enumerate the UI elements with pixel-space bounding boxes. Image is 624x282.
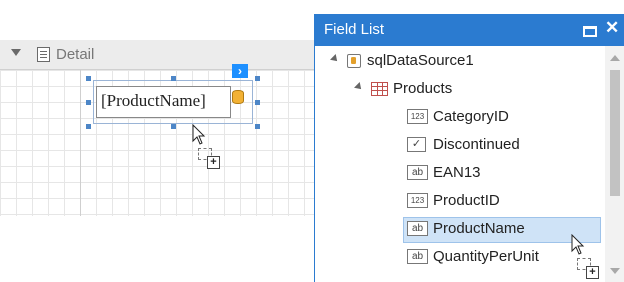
panel-title: Field List — [324, 21, 385, 38]
vertical-scrollbar[interactable] — [605, 46, 624, 282]
number-field-icon: 123 — [407, 109, 428, 124]
scroll-thumb[interactable] — [610, 70, 620, 196]
drop-plus-icon-3: + — [586, 266, 599, 279]
table-label: Products — [393, 80, 453, 97]
string-field-icon: ab — [407, 249, 428, 264]
scroll-up-arrow-icon[interactable] — [610, 55, 620, 61]
field-item-categoryid[interactable]: 123 CategoryID — [315, 104, 605, 130]
resize-handle-middle-left[interactable] — [86, 100, 91, 105]
drag-pointer-icon — [192, 124, 206, 145]
field-label: CategoryID — [433, 108, 509, 125]
table-icon — [371, 82, 388, 96]
expander-icon[interactable] — [354, 82, 364, 92]
label-expression-text: [ProductName] — [101, 91, 206, 110]
string-field-icon: ab — [407, 165, 428, 180]
expander-icon[interactable] — [330, 54, 340, 64]
maximize-icon[interactable] — [583, 26, 597, 37]
resize-handle-middle-right[interactable] — [255, 100, 260, 105]
bound-field-db-icon — [232, 90, 244, 104]
close-icon[interactable]: ✕ — [605, 18, 619, 38]
number-field-icon: 123 — [407, 193, 428, 208]
report-designer-surface[interactable]: Detail [ProductName] › + — [0, 0, 316, 282]
field-label: QuantityPerUnit — [433, 248, 539, 265]
field-item-productname[interactable]: ab ProductName — [315, 216, 605, 243]
drag-pointer-icon-3 — [571, 234, 585, 255]
field-tree[interactable]: sqlDataSource1 Products 123 CategoryID ✓… — [315, 46, 605, 282]
datasource-label: sqlDataSource1 — [367, 52, 474, 69]
field-label: EAN13 — [433, 164, 481, 181]
band-icon — [37, 47, 50, 62]
boolean-field-icon: ✓ — [407, 137, 426, 152]
field-label: Discontinued — [433, 136, 520, 153]
left-margin-line — [80, 70, 81, 216]
drop-plus-icon: + — [207, 156, 220, 169]
field-item-ean13[interactable]: ab EAN13 — [315, 160, 605, 186]
smart-tag-button[interactable]: › — [232, 64, 248, 78]
resize-handle-bottom-left[interactable] — [86, 124, 91, 129]
datasource-icon — [347, 54, 361, 68]
field-item-productid[interactable]: 123 ProductID — [315, 188, 605, 214]
resize-handle-top-right[interactable] — [255, 76, 260, 81]
string-field-icon: ab — [407, 221, 428, 236]
resize-handle-top-middle[interactable] — [171, 76, 176, 81]
resize-handle-top-left[interactable] — [86, 76, 91, 81]
field-list-panel[interactable]: Field List ✕ sqlDataSource1 Products 123… — [314, 14, 624, 282]
scroll-down-arrow-icon[interactable] — [610, 268, 620, 274]
detail-band-header[interactable]: Detail — [0, 40, 316, 70]
band-title: Detail — [56, 46, 95, 63]
field-label: ProductID — [433, 192, 500, 209]
field-item-discontinued[interactable]: ✓ Discontinued — [315, 132, 605, 158]
resize-handle-bottom-middle[interactable] — [171, 124, 176, 129]
collapse-band-arrow-icon[interactable] — [11, 49, 21, 56]
field-label: ProductName — [433, 220, 525, 237]
tree-node-products-table[interactable]: Products — [315, 76, 605, 102]
tree-node-datasource[interactable]: sqlDataSource1 — [315, 48, 605, 74]
resize-handle-bottom-right[interactable] — [255, 124, 260, 129]
field-item-quantityperunit[interactable]: ab QuantityPerUnit — [315, 244, 605, 270]
field-list-header[interactable]: Field List ✕ — [315, 14, 624, 46]
